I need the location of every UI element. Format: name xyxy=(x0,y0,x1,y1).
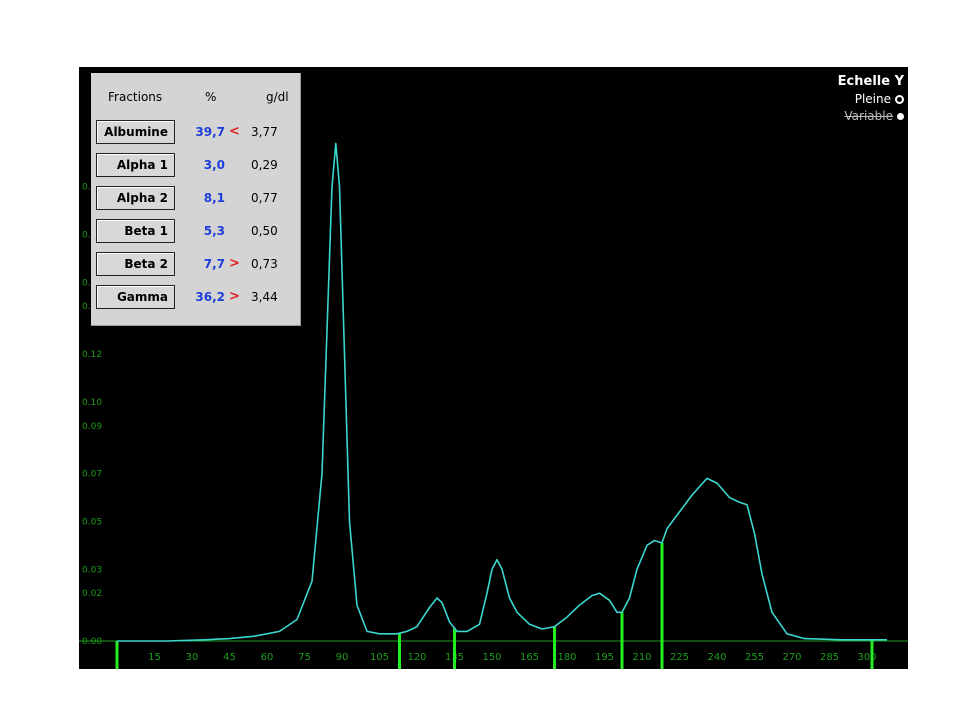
x-tick-label: 150 xyxy=(482,652,501,663)
header-percent: % xyxy=(205,90,217,104)
albumine-gdl: 3,77 xyxy=(251,125,278,139)
gamma-gdl: 3,44 xyxy=(251,290,278,304)
x-tick-label: 195 xyxy=(595,652,614,663)
alpha2-percent: 8,1 xyxy=(203,191,225,205)
x-tick-label: 45 xyxy=(223,652,236,663)
beta2-arrow: > xyxy=(229,256,240,271)
x-tick-label: 30 xyxy=(186,652,199,663)
y-tick-label: 0.02 xyxy=(82,589,102,599)
alpha1-gdl: 0,29 xyxy=(251,158,278,172)
electrophoresis-plot: 0.000.020.030.050.070.090.100.120.140.15… xyxy=(79,67,908,669)
x-tick-label: 120 xyxy=(407,652,426,663)
albumine-button[interactable]: Albumine xyxy=(96,120,175,144)
fractions-panel: Fractions % g/dl Albumine 39,7 < 3,77 Al… xyxy=(91,73,301,326)
y-tick-label: 0.07 xyxy=(82,470,102,480)
header-fractions: Fractions xyxy=(108,90,163,104)
y-tick-label: 0.12 xyxy=(82,350,102,360)
gamma-percent: 36,2 xyxy=(195,290,225,304)
x-tick-label: 90 xyxy=(336,652,349,663)
x-tick-label: 105 xyxy=(370,652,389,663)
beta1-percent: 5,3 xyxy=(203,224,225,238)
beta1-gdl: 0,50 xyxy=(251,224,278,238)
gamma-arrow: > xyxy=(229,289,240,304)
y-tick-label: 0.05 xyxy=(82,517,102,527)
radio-unselected-icon[interactable] xyxy=(897,113,904,120)
fraction-row-alpha1: Alpha 1 3,0 0,29 xyxy=(91,153,300,181)
header-gdl: g/dl xyxy=(266,90,289,104)
x-tick-label: 210 xyxy=(632,652,651,663)
x-tick-label: 180 xyxy=(557,652,576,663)
y-scale-selector: Echelle Y Pleine Variable xyxy=(838,74,904,126)
beta2-gdl: 0,73 xyxy=(251,257,278,271)
radio-selected-icon[interactable] xyxy=(895,95,904,104)
x-tick-label: 75 xyxy=(298,652,311,663)
y-scale-option-variable-label: Variable xyxy=(844,109,893,123)
x-tick-label: 270 xyxy=(782,652,801,663)
x-tick-label: 60 xyxy=(261,652,274,663)
fraction-row-beta1: Beta 1 5,3 0,50 xyxy=(91,219,300,247)
y-scale-option-pleine-label: Pleine xyxy=(854,92,891,106)
fraction-row-beta2: Beta 2 7,7 > 0,73 xyxy=(91,252,300,280)
y-tick-label: 0.00 xyxy=(82,637,102,647)
fraction-row-gamma: Gamma 36,2 > 3,44 xyxy=(91,285,300,313)
y-tick-label: 0.10 xyxy=(82,398,102,408)
gamma-button[interactable]: Gamma xyxy=(96,285,175,309)
x-tick-label: 225 xyxy=(670,652,689,663)
x-tick-label: 285 xyxy=(820,652,839,663)
alpha2-button[interactable]: Alpha 2 xyxy=(96,186,175,210)
beta2-percent: 7,7 xyxy=(203,257,225,271)
x-tick-label: 165 xyxy=(520,652,539,663)
x-tick-label: 300 xyxy=(857,652,876,663)
y-tick-label: 0.03 xyxy=(82,565,102,575)
x-tick-label: 255 xyxy=(745,652,764,663)
albumine-percent: 39,7 xyxy=(195,125,225,139)
y-scale-option-variable[interactable]: Variable xyxy=(838,109,904,123)
x-tick-label: 240 xyxy=(707,652,726,663)
alpha2-gdl: 0,77 xyxy=(251,191,278,205)
beta1-button[interactable]: Beta 1 xyxy=(96,219,175,243)
albumine-arrow: < xyxy=(229,124,240,139)
y-tick-label: 0.09 xyxy=(82,422,102,432)
beta2-button[interactable]: Beta 2 xyxy=(96,252,175,276)
alpha1-percent: 3,0 xyxy=(203,158,225,172)
alpha1-button[interactable]: Alpha 1 xyxy=(96,153,175,177)
x-tick-label: 15 xyxy=(148,652,161,663)
y-scale-title: Echelle Y xyxy=(837,74,904,89)
y-scale-option-pleine[interactable]: Pleine xyxy=(838,92,904,106)
fraction-row-alpha2: Alpha 2 8,1 0,77 xyxy=(91,186,300,214)
fraction-row-albumine: Albumine 39,7 < 3,77 xyxy=(91,120,300,148)
